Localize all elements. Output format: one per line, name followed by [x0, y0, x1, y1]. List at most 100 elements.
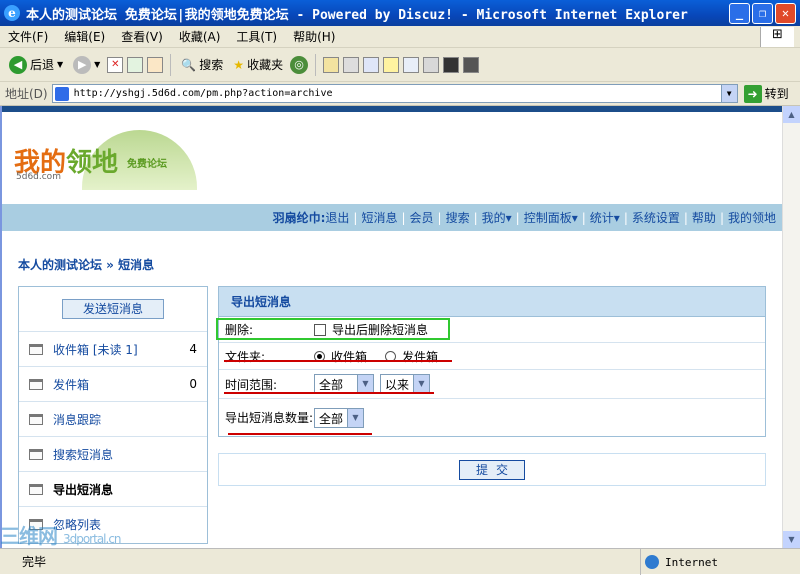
sidebar-item-label: 导出短消息 [53, 482, 114, 497]
nav-members[interactable]: 会员 [410, 209, 434, 226]
nav-logout[interactable]: 退出 [325, 209, 349, 226]
amount-select[interactable]: 全部 ▼ [314, 408, 364, 428]
sidebar-item-count: 0 [189, 377, 197, 391]
menu-edit[interactable]: 编辑(E) [56, 28, 113, 45]
star-icon: ★ [233, 57, 245, 72]
minimize-button[interactable]: _ [729, 2, 750, 24]
nav-stats[interactable]: 统计▾ [590, 209, 620, 226]
separator [315, 53, 317, 76]
mail-icon[interactable] [323, 56, 340, 73]
nav-settings[interactable]: 系统设置 [632, 209, 680, 226]
amount-row: 导出短消息数量: 全部 ▼ [219, 399, 765, 437]
scroll-down-icon[interactable]: ▼ [783, 531, 800, 548]
favorites-button[interactable]: ★ 收藏夹 [230, 56, 286, 73]
time-direction-select[interactable]: 以来 ▼ [380, 374, 430, 394]
scroll-up-icon[interactable]: ▲ [783, 106, 800, 123]
watermark: 三维网 3dportal.cn [0, 520, 122, 549]
nav-control-panel[interactable]: 控制面板▾ [524, 209, 578, 226]
menu-tools[interactable]: 工具(T) [228, 28, 285, 45]
sidebar-item-label: 消息跟踪 [53, 412, 102, 427]
chevron-down-icon: ▼ [347, 409, 363, 427]
sidebar-item-label: 发件箱 [53, 377, 90, 392]
menu-view[interactable]: 查看(V) [113, 28, 171, 45]
messenger-icon[interactable] [403, 56, 420, 73]
amount-value: 全部 [319, 411, 344, 426]
nav-help[interactable]: 帮助 [692, 209, 716, 226]
ie-icon: e [4, 5, 20, 21]
back-label: 后退 [30, 58, 55, 72]
sidebar: 发送短消息 收件箱 [未读 1] 4 发件箱 0 消息跟踪 搜索短消息 导出短消… [18, 286, 208, 544]
sidebar-item-export[interactable]: 导出短消息 [19, 472, 207, 507]
edit-icon[interactable] [363, 56, 380, 73]
nav-username[interactable]: 羽扇纶巾: [273, 209, 326, 226]
go-label: 转到 [764, 87, 789, 101]
breadcrumb[interactable]: 本人的测试论坛 » 短消息 [18, 256, 154, 273]
qq-icon[interactable] [443, 56, 460, 73]
folder-icon [29, 413, 43, 425]
toolbar: ◀ 后退 ▼ ▶ ▼ ✕ 🔍 搜索 ★ 收藏夹 ◎ [0, 48, 800, 82]
time-range-select[interactable]: 全部 ▼ [314, 374, 374, 394]
nav-bar: 羽扇纶巾: 退出 | 短消息 | 会员 | 搜索 | 我的▾ | 控制面板▾ | 统计▾ | … [2, 204, 782, 231]
menu-help[interactable]: 帮助(H) [285, 28, 343, 45]
annotation-underline [224, 392, 434, 394]
menu-favorites[interactable]: 收藏(A) [171, 28, 229, 45]
refresh-icon[interactable] [127, 56, 144, 73]
chevron-down-icon: ▼ [413, 375, 429, 393]
print-icon[interactable] [343, 56, 360, 73]
sidebar-item-track[interactable]: 消息跟踪 [19, 402, 207, 437]
chevron-down-icon[interactable]: ▼ [57, 60, 63, 69]
nav-my-domain[interactable]: 我的领地 [728, 209, 776, 226]
sidebar-item-search[interactable]: 搜索短消息 [19, 437, 207, 472]
submit-button[interactable]: 提交 [459, 459, 525, 480]
annotation-underline [228, 433, 372, 435]
close-button[interactable]: ✕ [775, 2, 796, 24]
research-icon[interactable] [423, 56, 440, 73]
windows-logo-icon: ⊞ [760, 27, 794, 47]
panel-title: 导出短消息 [219, 287, 765, 317]
page-icon [54, 86, 69, 101]
menu-file[interactable]: 文件(F) [0, 28, 56, 45]
search-label: 搜索 [199, 58, 224, 72]
address-input[interactable]: http://yshgj.5d6d.com/pm.php?action=arch… [51, 84, 738, 103]
stop-icon[interactable]: ✕ [107, 56, 124, 73]
user-icon[interactable] [463, 56, 480, 73]
globe-icon [645, 555, 659, 569]
top-stripe [2, 106, 782, 112]
sidebar-item-inbox[interactable]: 收件箱 [未读 1] 4 [19, 332, 207, 367]
maximize-button[interactable]: ❐ [752, 2, 773, 24]
go-button[interactable]: ➜ 转到 [743, 84, 789, 103]
page-content: 我的领地 免费论坛 5d6d.com 羽扇纶巾: 退出 | 短消息 | 会员 | 搜索… [0, 106, 782, 548]
vertical-scrollbar[interactable]: ▲ ▼ [782, 106, 800, 548]
send-pm-button[interactable]: 发送短消息 [62, 299, 164, 319]
amount-label: 导出短消息数量: [225, 411, 314, 425]
address-url[interactable]: http://yshgj.5d6d.com/pm.php?action=arch… [74, 88, 721, 99]
nav-my[interactable]: 我的▾ [482, 209, 512, 226]
sidebar-item-outbox[interactable]: 发件箱 0 [19, 367, 207, 402]
sidebar-item-label: 收件箱 [未读 1] [53, 342, 138, 357]
folder-icon [29, 378, 43, 390]
nav-search[interactable]: 搜索 [446, 209, 470, 226]
search-button[interactable]: 🔍 搜索 [178, 56, 226, 73]
separator [170, 53, 172, 76]
address-label: 地址(D) [5, 87, 48, 101]
note-icon[interactable] [383, 56, 400, 73]
forward-button[interactable]: ▶ ▼ [70, 55, 103, 74]
go-arrow-icon: ➜ [743, 84, 762, 103]
nav-pm[interactable]: 短消息 [361, 209, 397, 226]
chevron-down-icon[interactable]: ▼ [720, 85, 737, 102]
home-icon[interactable] [147, 56, 164, 73]
status-bar: 完毕 Internet [0, 548, 800, 575]
chevron-down-icon[interactable]: ▼ [94, 60, 100, 69]
back-arrow-icon: ◀ [9, 55, 27, 74]
back-button[interactable]: ◀ 后退 ▼ [6, 55, 66, 74]
status-text: 完毕 [22, 555, 47, 569]
site-logo[interactable]: 我的领地 免费论坛 5d6d.com [12, 124, 202, 194]
sidebar-item-label: 搜索短消息 [53, 447, 114, 462]
forward-arrow-icon: ▶ [73, 55, 92, 74]
folder-icon [29, 448, 43, 460]
media-icon[interactable]: ◎ [290, 55, 309, 74]
logo-subtitle: 免费论坛 [127, 159, 167, 170]
folder-icon [29, 483, 43, 495]
time-range-value: 全部 [319, 377, 344, 392]
time-row: 时间范围: 全部 ▼ 以来 ▼ [219, 370, 765, 399]
